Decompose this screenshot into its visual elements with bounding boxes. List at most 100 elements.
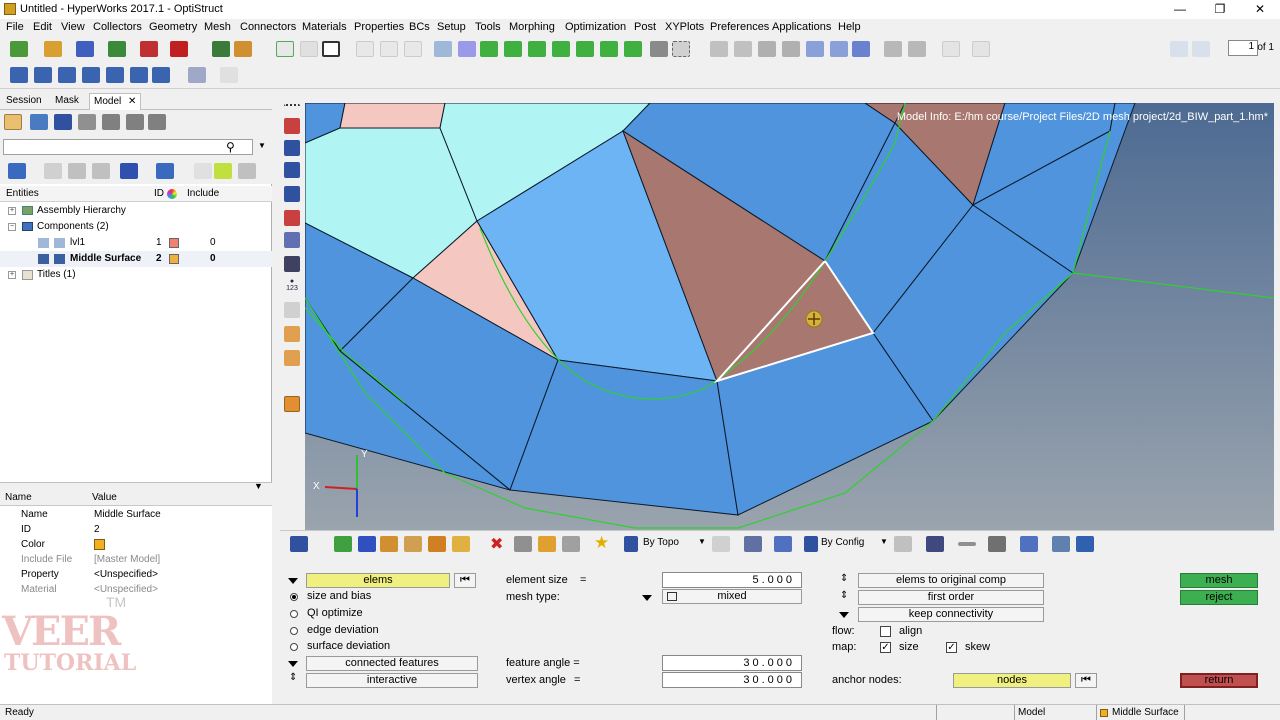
property-row[interactable]: Property <Unspecified> [0,567,272,582]
elems-to-original-comp-button[interactable]: elems to original comp [858,573,1044,588]
property-row[interactable]: ID 2 [0,522,272,537]
display-none-icon[interactable] [82,67,100,83]
settings-icon[interactable] [148,114,166,130]
show-icon[interactable] [152,67,170,83]
tree-row-middle-surface[interactable]: Middle Surface 2 0 [0,251,272,267]
layout-icon[interactable] [942,41,960,57]
topo-icon[interactable] [624,536,638,552]
delete-icon[interactable]: ✖ [490,534,503,554]
layout-2-icon[interactable] [972,41,990,57]
menu-materials[interactable]: Materials [302,21,347,33]
restore-button[interactable]: ❐ [1200,0,1240,19]
plane-blue-icon[interactable] [1020,536,1038,552]
redo-icon[interactable] [220,67,238,83]
menu-morphing[interactable]: Morphing [509,21,555,33]
translate-icon[interactable] [806,41,824,57]
tree-row-components[interactable]: − Components (2) [0,219,272,235]
surface-icon[interactable] [744,536,762,552]
hide-entity-icon[interactable] [44,163,62,179]
property-value[interactable]: [Master Model] [94,552,160,567]
save-model-icon[interactable] [76,41,94,57]
pointer-icon[interactable] [712,536,730,552]
menu-geometry[interactable]: Geometry [149,21,197,33]
close-button[interactable]: ✕ [1240,0,1280,19]
reverse-entity-icon[interactable] [92,163,110,179]
constraint-icon[interactable] [428,536,446,552]
updown-icon[interactable]: ⇕ [840,573,848,584]
wireframe-icon[interactable] [284,140,300,156]
add-page-icon[interactable] [276,41,294,57]
surface-deviation-radio[interactable] [290,643,298,651]
solid-icon[interactable] [514,536,532,552]
menu-tools[interactable]: Tools [475,21,501,33]
mesh-canvas[interactable]: Y X [305,103,1274,530]
previous-view-icon[interactable] [458,41,476,57]
updown-icon[interactable]: ⇕ [840,590,848,601]
delete-page-icon[interactable] [300,41,318,57]
graphic-window-icon[interactable] [404,41,422,57]
menu-edit[interactable]: Edit [33,21,52,33]
reset-icon[interactable]: ⏮ [454,573,476,588]
config-icon[interactable] [804,536,818,552]
tab-mask[interactable]: Mask [55,95,79,106]
vertex-angle-input[interactable]: 30.000 [662,672,802,688]
keep-connectivity-toggle[interactable] [839,612,849,618]
element-size-input[interactable]: 5.000 [662,572,802,588]
pan-hand-icon[interactable] [782,41,800,57]
fit-icon[interactable] [672,41,690,57]
shaded-elements-icon[interactable] [284,118,300,134]
collapse-icon[interactable]: − [8,223,16,231]
entity-view-icon[interactable] [54,114,72,130]
view-left-icon[interactable] [552,41,570,57]
import-icon[interactable] [108,41,126,57]
menu-view[interactable]: View [61,21,85,33]
size-checkbox[interactable]: ✓ [880,642,891,653]
measure-icon[interactable] [562,536,580,552]
keep-connectivity-button[interactable]: keep connectivity [858,607,1044,622]
tree-row-assembly[interactable]: + Assembly Hierarchy [0,203,272,219]
mesh-type-selector[interactable]: mixed [662,589,802,604]
plane-icon[interactable] [988,536,1006,552]
export-solver-icon[interactable] [170,41,188,57]
property-view-icon[interactable] [126,114,144,130]
zoom-in-icon[interactable] [710,41,728,57]
section-icon[interactable] [908,41,926,57]
property-value[interactable]: 2 [94,522,100,537]
synchronize-icon[interactable] [380,41,398,57]
skew-checkbox[interactable]: ✓ [946,642,957,653]
menu-mesh[interactable]: Mesh [204,21,231,33]
filter-icon[interactable] [156,163,174,179]
view-front-icon[interactable] [528,41,546,57]
view-back-icon[interactable] [624,41,642,57]
view-iso-icon[interactable] [480,41,498,57]
assembly-view-icon[interactable] [30,114,48,130]
menu-post[interactable]: Post [634,21,656,33]
visibility-icon[interactable] [38,254,49,264]
rotate-vertical-icon[interactable] [830,41,848,57]
component-display-icon[interactable] [334,536,352,552]
geometry-color-icon[interactable] [284,232,300,248]
highlight-icon[interactable] [214,163,232,179]
return-button[interactable]: return [1180,673,1258,688]
edge-deviation-radio[interactable] [290,627,298,635]
loadstep-icon[interactable] [452,536,470,552]
star-icon[interactable]: ★ [594,533,609,553]
mesh-button[interactable]: mesh [1180,573,1258,588]
grid-icon[interactable] [1052,536,1070,552]
panel-divider[interactable]: ▼ [0,481,272,491]
mesh-type-toggle[interactable] [642,595,652,601]
graphics-viewport[interactable]: Y X Model Info: E:/hm course/Project Fil… [305,103,1274,530]
undo-icon[interactable] [188,67,206,83]
unmask-icon[interactable] [34,67,52,83]
transparent-icon[interactable] [284,186,300,202]
tab-session[interactable]: Session [6,95,42,106]
chevron-down-icon[interactable]: ▼ [698,537,706,546]
menu-properties[interactable]: Properties [354,21,404,33]
blue-box-icon[interactable] [358,536,376,552]
connected-features-toggle[interactable] [288,661,298,667]
line-icon[interactable] [958,542,976,546]
labels-abc-2-icon[interactable] [284,350,300,366]
feature-angle-input[interactable]: 30.000 [662,655,802,671]
property-row[interactable]: Color [0,537,272,552]
labels-abc-icon[interactable] [284,326,300,342]
